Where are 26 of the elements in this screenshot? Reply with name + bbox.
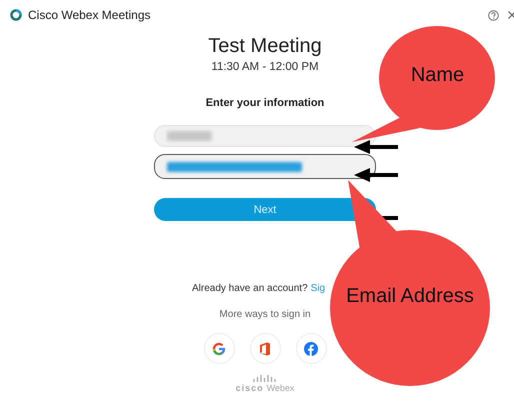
arrow xyxy=(354,168,398,182)
cisco-wordmark: cisco xyxy=(236,384,264,393)
cisco-bars-icon xyxy=(253,375,277,383)
sign-in-link[interactable]: Sig xyxy=(310,283,326,294)
name-field[interactable] xyxy=(154,125,376,147)
callout-label: Email Address xyxy=(345,284,475,308)
close-icon[interactable] xyxy=(508,10,514,20)
help-icon[interactable] xyxy=(488,10,499,20)
google-g-button[interactable] xyxy=(204,333,234,364)
next-button[interactable]: Next xyxy=(154,198,376,221)
more-ways-label: More ways to sign in xyxy=(219,309,311,320)
meeting-title: Test Meeting xyxy=(208,34,322,58)
facebook-button[interactable] xyxy=(296,333,326,364)
webex-wordmark: Webex xyxy=(266,384,294,393)
meeting-time: 11:30 AM - 12:00 PM xyxy=(211,61,319,73)
google-g-icon xyxy=(212,342,226,356)
callout-label: Name xyxy=(410,63,466,87)
facebook-icon xyxy=(304,342,318,356)
office-icon xyxy=(259,342,271,356)
window-title: Cisco Webex Meetings xyxy=(28,8,150,22)
webex-logo-icon xyxy=(10,9,22,21)
arrow xyxy=(354,140,398,154)
account-prompt: Already have an account? xyxy=(192,283,308,294)
office-button[interactable] xyxy=(250,333,280,364)
form-heading: Enter your information xyxy=(206,97,324,109)
email-field[interactable] xyxy=(154,154,376,179)
